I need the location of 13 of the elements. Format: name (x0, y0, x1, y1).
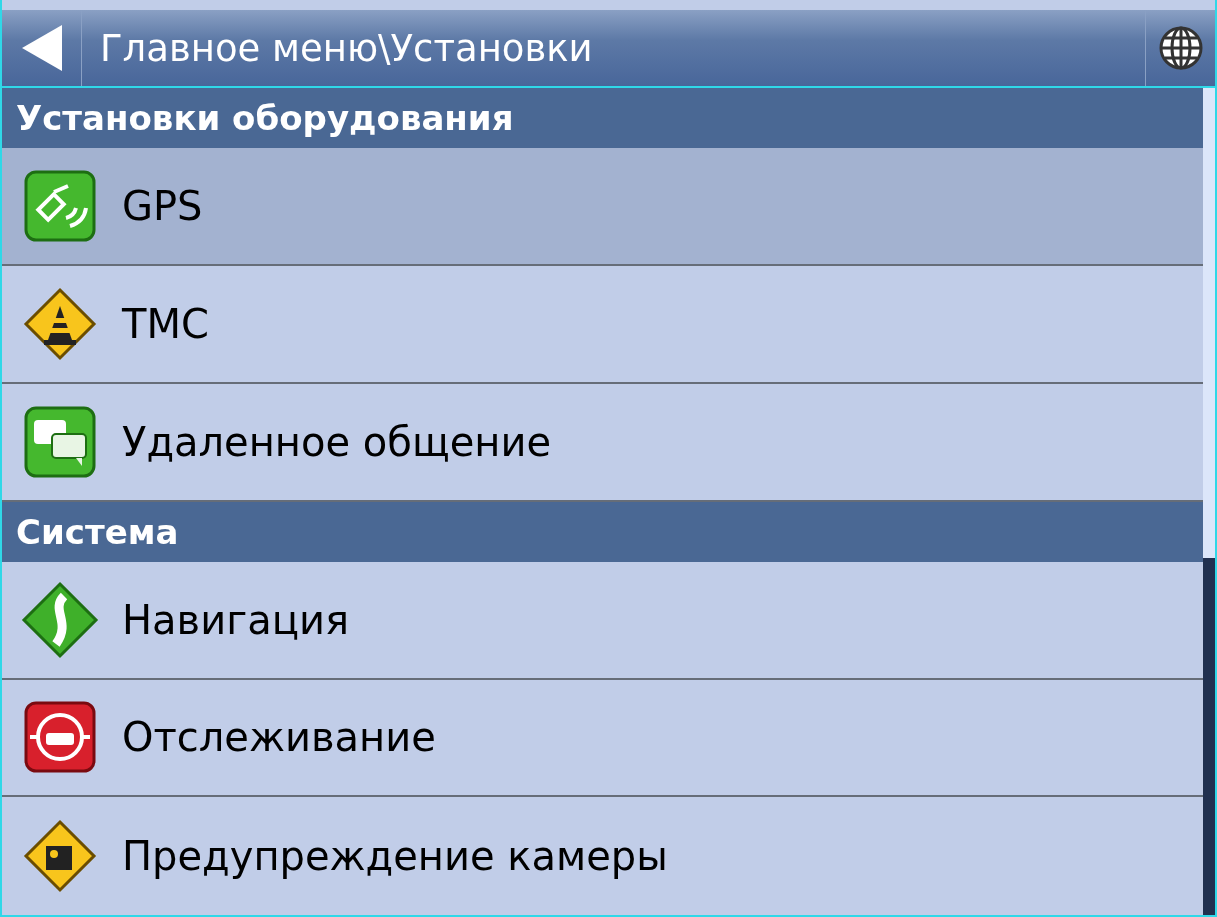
menu-item-label: Удаленное общение (122, 418, 551, 465)
menu-item-label: Отслеживание (122, 714, 436, 761)
section-header: Установки оборудования (2, 88, 1203, 149)
section-header: Система (2, 501, 1203, 562)
menu-item[interactable]: GPS (2, 148, 1203, 267)
window-title: Главное меню\Установки (99, 26, 594, 70)
menu-item-label: Навигация (122, 596, 349, 643)
scrollbar-thumb[interactable] (1203, 88, 1215, 558)
menu-item-label: GPS (122, 183, 203, 230)
road-icon (20, 579, 100, 660)
scrollbar[interactable] (1203, 88, 1215, 915)
menu-item-label: Предупреждение камеры (122, 833, 668, 880)
menu-item-label: TMC (122, 300, 209, 347)
